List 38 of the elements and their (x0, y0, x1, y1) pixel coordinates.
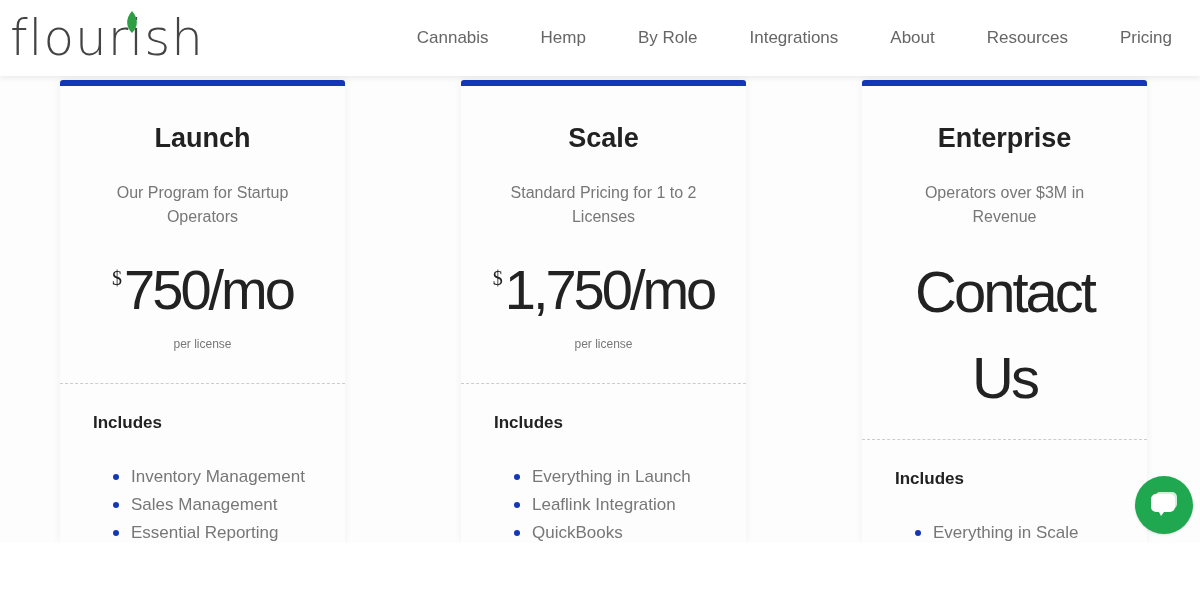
plan-description: Standard Pricing for 1 to 2 Licenses (509, 182, 698, 227)
includes-heading: Includes (895, 467, 965, 490)
bullet-icon (514, 474, 520, 480)
nav-link[interactable]: About (890, 25, 935, 51)
bullet-icon (514, 530, 520, 536)
includes-heading: Includes (93, 411, 163, 434)
nav-link[interactable]: Pricing (1120, 25, 1172, 51)
plan-description: Operators over $3M in Revenue (923, 182, 1086, 227)
logo-wordmark[interactable]: flourish (10, 13, 204, 63)
feature-item: Essential Reporting (131, 523, 279, 543)
feature-item: Everything in Launch (532, 467, 691, 487)
nav-link[interactable]: Cannabis (416, 25, 489, 51)
feature-item: Inventory Management (131, 467, 305, 487)
plan-description: Our Program for Startup Operators (115, 182, 290, 227)
bullet-icon (514, 502, 520, 508)
currency-symbol: $ (112, 265, 123, 291)
price-note: per license (173, 335, 232, 353)
price: 750/mo (124, 256, 293, 323)
nav-link[interactable]: Hemp (540, 25, 586, 51)
plan-title: Scale (568, 122, 639, 155)
currency-symbol: $ (492, 265, 503, 291)
feature-item: Everything in Scale (933, 523, 1079, 543)
bullet-icon (915, 530, 921, 536)
feature-item: Leaflink Integration (532, 495, 676, 515)
price-note: per license (574, 335, 633, 353)
feature-item: Sales Management (131, 495, 278, 515)
bullet-icon (113, 502, 119, 508)
nav-link[interactable]: Integrations (749, 25, 839, 51)
plan-title: Enterprise (937, 122, 1072, 155)
contact-heading: Contact Us (914, 257, 1096, 412)
price: 1,750/mo (504, 256, 715, 323)
nav-link[interactable]: Resources (986, 25, 1069, 51)
nav-link[interactable]: By Role (637, 25, 698, 51)
plan-title: Launch (154, 122, 251, 155)
includes-heading: Includes (494, 411, 564, 434)
bullet-icon (113, 474, 119, 480)
bullet-icon (113, 530, 119, 536)
feature-item: QuickBooks (532, 523, 623, 543)
